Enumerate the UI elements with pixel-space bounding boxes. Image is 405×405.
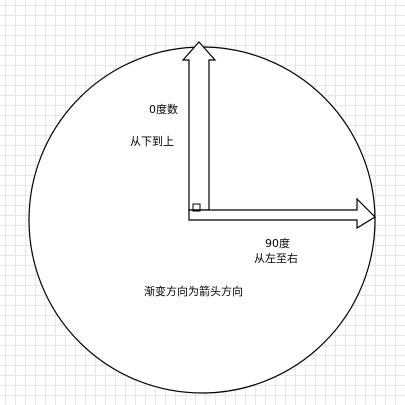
gradient-direction-label: 渐变方向为箭头方向 <box>144 285 243 298</box>
ninety-degree-label: 90度 <box>265 237 290 250</box>
zero-degree-label: 0度数 <box>149 103 178 116</box>
bottom-to-top-label: 从下到上 <box>130 135 174 148</box>
left-to-right-label: 从左至右 <box>254 252 298 265</box>
diagram-canvas: 0度数 从下到上 90度 从左至右 渐变方向为箭头方向 <box>0 0 405 405</box>
diagram-svg <box>28 41 376 394</box>
